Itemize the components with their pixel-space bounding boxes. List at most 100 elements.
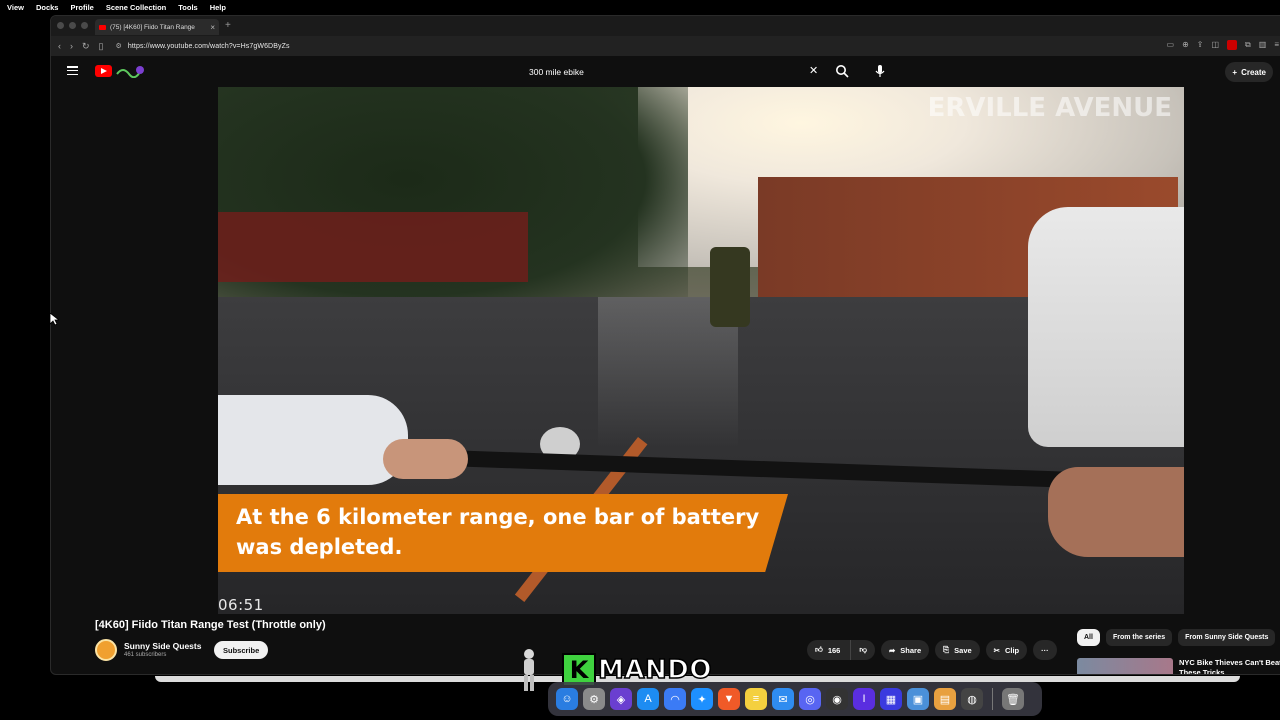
sidebar-icon[interactable]: ▥ (1259, 40, 1267, 50)
brand-text: MANDO (597, 654, 712, 686)
video-street-sign: ERVILLE AVENUE (927, 93, 1172, 123)
share-button[interactable]: ➦ Share (880, 640, 930, 660)
cast-icon[interactable]: ▭ (1167, 40, 1175, 50)
create-button[interactable]: + Create (1225, 62, 1273, 82)
subscribe-button[interactable]: Subscribe (214, 641, 269, 659)
macos-dock: ☺ ⚙ ◈ A ◠ ✦ ▼ ≡ ✉ ◎ ◉ I ▦ ▣ ▤ ◍ 🗑︎ (548, 682, 1042, 716)
mail-icon[interactable]: ✉ (772, 688, 794, 710)
plus-icon: + (1232, 67, 1238, 77)
os-menu-bar: View Docks Profile Scene Collection Tool… (0, 0, 1280, 14)
video-player[interactable]: ERVILLE AVENUE At the 6 kilometer range,… (218, 87, 1184, 614)
tab-close-icon[interactable]: × (210, 23, 219, 32)
youtube-logo-icon[interactable] (95, 65, 112, 77)
tab-title: (75) [4K60] Fiido Titan Range (110, 23, 195, 31)
chip-from-series[interactable]: From the series (1105, 629, 1173, 646)
video-scene-wall-left (218, 212, 528, 282)
video-scene-trees (218, 87, 688, 317)
chip-all[interactable]: All (1077, 629, 1100, 646)
safari-icon[interactable]: ✦ (691, 688, 713, 710)
youtube-doodle-icon[interactable] (115, 64, 145, 78)
scissors-icon: ✂ (993, 645, 1000, 655)
address-bar: ‹ › ↻ ▯ ⚙ https://www.youtube.com/watch?… (51, 36, 1280, 56)
thumbs-down-icon: 👎︎ (859, 645, 867, 654)
finder-icon[interactable]: ☺ (556, 688, 578, 710)
minimize-window-button[interactable] (69, 22, 76, 29)
extensions-icon[interactable]: ⧉ (1245, 40, 1251, 50)
arc-browser-icon[interactable]: ◠ (664, 688, 686, 710)
hamburger-menu-icon[interactable] (67, 66, 78, 75)
brave-shield-icon[interactable] (1227, 40, 1238, 50)
obs-icon[interactable]: ◉ (826, 688, 848, 710)
menu-view[interactable]: View (0, 3, 29, 12)
video-scene-van (1028, 207, 1184, 447)
brave-icon[interactable]: ▼ (718, 688, 740, 710)
menu-help[interactable]: Help (203, 3, 231, 12)
mouse-cursor-icon (50, 313, 59, 326)
like-button[interactable]: 👍︎ 166 (807, 640, 851, 660)
zoom-icon[interactable]: ⊕ (1182, 40, 1189, 50)
video-title: [4K60] Fiido Titan Range Test (Throttle … (95, 619, 326, 631)
subscriber-count: 461 subscribers (124, 652, 167, 658)
preview-icon[interactable]: ▣ (907, 688, 929, 710)
youtube-header: 300 mile ebike ✕ + Create (51, 56, 1280, 88)
clip-label: Clip (1004, 645, 1020, 655)
search-input[interactable]: 300 mile ebike (521, 62, 811, 82)
trash-icon[interactable]: 🗑︎ (1002, 688, 1024, 710)
search-query: 300 mile ebike (529, 67, 584, 77)
discord-icon[interactable]: ◎ (799, 688, 821, 710)
url-field[interactable]: ⚙ https://www.youtube.com/watch?v=Hs7gW6… (116, 42, 290, 51)
share-icon: ➦ (888, 645, 896, 655)
search-icon[interactable] (835, 64, 849, 78)
maximize-window-button[interactable] (81, 22, 88, 29)
browser-tab[interactable]: (75) [4K60] Fiido Titan Range × (95, 19, 219, 35)
toolbar-extensions: ▭ ⊕ ⇪ ◫ ⧉ ▥ ≡ (1167, 40, 1279, 50)
utility-app-icon[interactable]: ◍ (961, 688, 983, 710)
chip-from-channel[interactable]: From Sunny Side Quests (1178, 629, 1276, 646)
video-scene-hand-left (383, 439, 468, 479)
bookmark-save-icon: ⎘ (943, 645, 950, 654)
recommended-video[interactable]: NYC Bike Thieves Can't Beat These Tricks (1077, 658, 1280, 674)
save-label: Save (954, 645, 972, 655)
recommended-title[interactable]: NYC Bike Thieves Can't Beat These Tricks (1179, 658, 1280, 674)
channel-avatar[interactable] (95, 639, 117, 661)
browser-window: (75) [4K60] Fiido Titan Range × + ‹ › ↻ … (50, 15, 1280, 675)
menu-scene-collection[interactable]: Scene Collection (99, 3, 171, 12)
photo-app-icon[interactable]: ▤ (934, 688, 956, 710)
notes-icon[interactable]: ≡ (745, 688, 767, 710)
clear-search-icon[interactable]: ✕ (809, 64, 818, 77)
video-actions: 👍︎ 166 👎︎ ➦ Share ⎘ Save ✂ Clip ··· (807, 640, 1057, 660)
menu-tools[interactable]: Tools (171, 3, 202, 12)
dock-separator (992, 688, 993, 710)
more-actions-button[interactable]: ··· (1033, 640, 1057, 660)
forward-icon[interactable]: › (70, 41, 73, 52)
reload-icon[interactable]: ↻ (82, 41, 90, 52)
microphone-icon[interactable] (873, 64, 887, 78)
menu-docks[interactable]: Docks (29, 3, 64, 12)
video-caption-text: At the 6 kilometer range, one bar of bat… (236, 505, 760, 559)
save-button[interactable]: ⎘ Save (935, 640, 980, 660)
site-info-icon[interactable]: ⚙ (116, 42, 122, 50)
back-icon[interactable]: ‹ (58, 41, 61, 52)
dislike-button[interactable]: 👎︎ (850, 640, 875, 660)
app-store-icon[interactable]: A (637, 688, 659, 710)
recommendation-chips: All From the series From Sunny Side Ques… (1077, 629, 1276, 646)
menu-profile[interactable]: Profile (63, 3, 98, 12)
security-icon[interactable]: ◫ (1211, 40, 1219, 50)
iew-app-icon[interactable]: I (853, 688, 875, 710)
nav-buttons: ‹ › ↻ ▯ (51, 41, 104, 52)
proton-vpn-icon[interactable]: ◈ (610, 688, 632, 710)
share-label: Share (900, 645, 922, 655)
share-page-icon[interactable]: ⇪ (1197, 40, 1204, 50)
channel-name[interactable]: Sunny Side Quests (124, 641, 201, 651)
new-tab-icon[interactable]: + (225, 20, 231, 31)
menu-icon[interactable]: ≡ (1274, 40, 1279, 50)
character-sticker-icon (524, 649, 534, 691)
url-text: https://www.youtube.com/watch?v=Hs7gW6DB… (127, 42, 290, 50)
clip-button[interactable]: ✂ Clip (985, 640, 1028, 660)
video-scene-hand-right (1048, 467, 1184, 557)
recommended-thumbnail[interactable] (1077, 658, 1173, 674)
close-window-button[interactable] (57, 22, 64, 29)
bookmark-icon[interactable]: ▯ (99, 41, 104, 52)
system-settings-icon[interactable]: ⚙ (583, 688, 605, 710)
launchpad-icon[interactable]: ▦ (880, 688, 902, 710)
